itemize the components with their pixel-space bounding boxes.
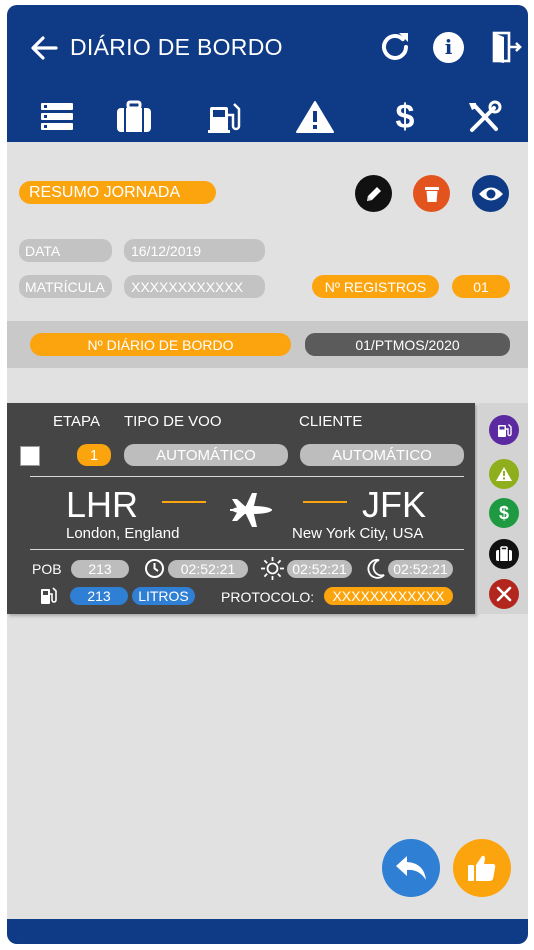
origin-city: London, England	[66, 525, 180, 542]
section-nav: $	[7, 93, 528, 142]
warning-icon	[496, 467, 512, 481]
tools-icon[interactable]	[464, 99, 504, 135]
divider	[30, 476, 464, 477]
night-time-value: 02:52:21	[388, 560, 453, 578]
view-button[interactable]	[472, 175, 509, 212]
card-action-strip: $	[479, 403, 528, 614]
app-header: DIÁRIO DE BORDO i $	[7, 5, 528, 142]
clock-icon	[145, 559, 164, 578]
warning-action-button[interactable]	[489, 459, 519, 489]
registros-value: 01	[452, 275, 510, 298]
pob-value: 213	[71, 560, 129, 578]
refresh-icon[interactable]	[377, 29, 413, 65]
tools-action-button[interactable]	[489, 579, 519, 609]
matricula-value: XXXXXXXXXXXX	[124, 275, 265, 298]
matricula-label: MATRÍCULA	[19, 275, 112, 298]
title-bar: DIÁRIO DE BORDO i	[7, 5, 528, 90]
edit-button[interactable]	[355, 175, 392, 212]
protocolo-value: XXXXXXXXXXXX	[324, 587, 453, 605]
reply-button[interactable]	[382, 839, 440, 897]
approve-button[interactable]	[453, 839, 511, 897]
tipo-voo-label: TIPO DE VOO	[124, 413, 222, 430]
warning-icon[interactable]	[295, 99, 335, 135]
block-time-value: 02:52:21	[168, 560, 248, 578]
airplane-icon	[230, 493, 272, 527]
pob-label: POB	[32, 561, 62, 577]
protocolo-label: PROTOCOLO:	[221, 589, 315, 605]
cliente-label: CLIENTE	[299, 413, 363, 430]
dest-city: New York City, USA	[292, 525, 424, 542]
fuel-icon	[498, 424, 512, 437]
thumbs-up-icon	[468, 855, 496, 881]
page-title: DIÁRIO DE BORDO	[70, 34, 283, 60]
tipo-voo-select[interactable]: AUTOMÁTICO	[124, 444, 288, 466]
tools-icon	[496, 586, 512, 602]
diario-label: Nº DIÁRIO DE BORDO	[30, 333, 291, 356]
moon-icon	[367, 559, 385, 579]
flight-card[interactable]: ETAPA TIPO DE VOO CLIENTE 1 AUTOMÁTICO A…	[7, 403, 475, 614]
briefcase-icon	[496, 546, 512, 561]
fuel-action-button[interactable]	[489, 415, 519, 445]
trash-icon	[424, 186, 439, 202]
data-value: 16/12/2019	[124, 239, 265, 262]
diario-value: 01/PTMOS/2020	[305, 333, 510, 356]
dest-code: JFK	[362, 484, 427, 525]
eye-icon	[478, 187, 503, 200]
etapa-label: ETAPA	[53, 413, 100, 430]
data-label: DATA	[19, 239, 112, 262]
divider	[30, 549, 464, 550]
dollar-icon[interactable]: $	[385, 99, 425, 135]
dollar-icon: $	[498, 502, 509, 523]
info-button[interactable]: i	[433, 32, 464, 63]
briefcase-icon[interactable]	[114, 99, 154, 135]
day-time-value: 02:52:21	[287, 560, 352, 578]
resumo-jornada-label: RESUMO JORNADA	[19, 181, 216, 204]
sun-icon	[261, 557, 284, 580]
diario-band: Nº DIÁRIO DE BORDO 01/PTMOS/2020	[7, 321, 528, 368]
fuel-icon[interactable]	[204, 99, 244, 135]
fuel-unit: LITROS	[132, 587, 195, 605]
pencil-icon	[366, 186, 381, 201]
fuel-value: 213	[70, 587, 128, 605]
list-icon[interactable]	[37, 99, 77, 135]
briefcase-action-button[interactable]	[489, 539, 519, 569]
exit-icon[interactable]	[489, 29, 525, 65]
app-screen: DIÁRIO DE BORDO i $ RESUMO JORNADA DATA …	[7, 5, 528, 944]
back-arrow-icon[interactable]	[29, 33, 59, 63]
origin-code: LHR	[66, 484, 139, 525]
registros-label: Nº REGISTROS	[312, 275, 439, 298]
delete-button[interactable]	[413, 175, 450, 212]
route-line-right	[303, 501, 347, 503]
bottom-bar	[7, 919, 528, 944]
expense-action-button[interactable]: $	[489, 498, 519, 528]
fuel-pump-icon	[41, 587, 57, 604]
cliente-select[interactable]: AUTOMÁTICO	[300, 444, 464, 466]
select-checkbox[interactable]	[20, 446, 40, 466]
reply-arrow-icon	[396, 856, 426, 880]
etapa-value: 1	[77, 444, 111, 466]
route-line-left	[162, 501, 206, 503]
